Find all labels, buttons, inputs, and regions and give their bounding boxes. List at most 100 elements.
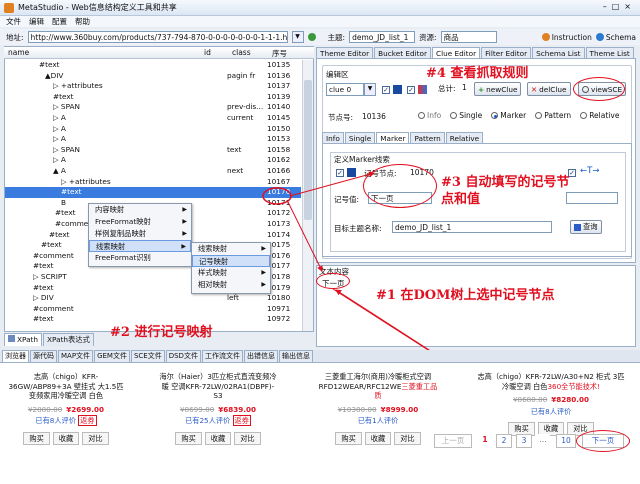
col-class[interactable]: class [232, 48, 251, 57]
tab-workflow-file[interactable]: 工作流文件 [201, 350, 243, 362]
menu-item-freeformat-identify[interactable]: FreeFormat识别 [89, 252, 191, 264]
menu-item-clue-map[interactable]: 线索映射 ▶ [89, 240, 191, 252]
tab-output-info[interactable]: 输出信息 [278, 350, 313, 362]
col-id[interactable]: id [204, 48, 211, 57]
clue-checkbox-2[interactable]: ✓ [407, 86, 415, 94]
review-count[interactable]: 已有8人评价 [531, 407, 572, 416]
submenu-item-clue-map[interactable]: 线索映射 ▶ [192, 243, 270, 255]
tree-row[interactable]: ▷ DIV left 10180 [5, 293, 301, 304]
tree-row[interactable]: ▷ +attributes 10167 [5, 177, 301, 188]
theme-field[interactable]: demo_JD_list_1 [349, 31, 416, 43]
compare-button[interactable]: 对比 [394, 431, 421, 445]
favorite-button[interactable]: 收藏 [364, 431, 392, 445]
resource-field[interactable]: 商品 [440, 31, 497, 43]
favorite-button[interactable]: 收藏 [52, 431, 80, 445]
prev-page-button[interactable]: 上一页 [434, 434, 472, 448]
radio-info[interactable]: Info [418, 111, 441, 120]
tree-row[interactable]: ▷ SPAN text 10158 [5, 145, 301, 156]
page-1[interactable]: 1 [478, 434, 492, 448]
review-count[interactable]: 已有1人评价 [358, 416, 399, 425]
tree-row[interactable]: #comment 10971 [5, 304, 301, 315]
tree-row[interactable]: #text 10139 [5, 92, 301, 103]
product-card[interactable]: 志高（chigo）KFR-36GW/ABP89+3A 壁挂式 大1.5匹变频家用… [6, 372, 126, 445]
tree-row[interactable]: ▲ A next 10166 [5, 166, 301, 177]
instruction-icon [541, 33, 550, 41]
instruction-button[interactable]: Instruction [541, 33, 592, 42]
tree-row[interactable]: #text 10170 [5, 187, 301, 198]
tab-browser[interactable]: 浏览器 [2, 350, 29, 362]
tab-source[interactable]: 源代码 [30, 350, 57, 362]
tree-row[interactable]: ▷ +attributes 10137 [5, 81, 301, 92]
url-dropdown[interactable]: ▼ [291, 31, 304, 43]
review-count[interactable]: 已有25人评价 [185, 416, 230, 425]
tab-map-file[interactable]: MAP文件 [58, 350, 94, 362]
product-card[interactable]: 三菱重工海尔(商用)冷暖柜式空调 RFD12WEAR/RFC12WE三菱重工品质… [318, 372, 438, 445]
tab-sce-file[interactable]: SCE文件 [130, 350, 165, 362]
compare-button[interactable]: 对比 [82, 431, 109, 445]
tree-scroll-thumb[interactable] [304, 80, 312, 220]
page-10[interactable]: 10 [556, 434, 576, 448]
color-icon[interactable] [418, 85, 427, 94]
compare-button[interactable]: 对比 [234, 431, 261, 445]
product-title[interactable]: 志高（chigo）KFR-72LW/A30+N2 柜式 3匹冷暖空调 白色360… [476, 372, 626, 391]
page-2[interactable]: 2 [496, 434, 512, 448]
product-title[interactable]: 志高（chigo）KFR-36GW/ABP89+3A 壁挂式 大1.5匹变频家用… [6, 372, 126, 401]
radio-dot [491, 112, 499, 119]
buy-button[interactable]: 购买 [23, 431, 50, 445]
schema-button[interactable]: Schema [595, 33, 636, 42]
review-count[interactable]: 已有8人评价 [35, 416, 76, 425]
target-theme-field[interactable]: demo_JD_list_1 [392, 221, 552, 233]
buy-button[interactable]: 购买 [335, 431, 362, 445]
clue-select[interactable]: clue 0 [326, 83, 364, 96]
query-button[interactable]: 查询 [570, 220, 602, 234]
tab-gem-file[interactable]: GEM文件 [94, 350, 130, 362]
menu-edit[interactable]: 编辑 [29, 16, 44, 27]
radio-relative[interactable]: Relative [580, 111, 619, 120]
clue-select-dropdown[interactable]: ▼ [364, 83, 376, 96]
product-title[interactable]: 三菱重工海尔(商用)冷暖柜式空调 RFD12WEAR/RFC12WE三菱重工品质 [318, 372, 438, 401]
tree-row[interactable]: ▷ SPAN prev-dis... 10140 [5, 102, 301, 113]
radio-pattern[interactable]: Pattern [535, 111, 571, 120]
product-title[interactable]: 海尔（Haier）3匹立柜式直流变频冷暖 空调KFR-72LW/02RA1(DB… [158, 372, 278, 401]
marker-extra-field[interactable] [566, 192, 618, 204]
tree-row[interactable]: ▷ A 10153 [5, 134, 301, 145]
col-name[interactable]: name [8, 48, 29, 57]
menu-item-label: 相对映射 [198, 280, 228, 289]
product-card[interactable]: 海尔（Haier）3匹立柜式直流变频冷暖 空调KFR-72LW/02RA1(DB… [158, 372, 278, 445]
marker-filter-icon[interactable] [347, 168, 356, 177]
tab-error-info[interactable]: 出错信息 [243, 350, 278, 362]
marker-checkbox[interactable]: ✓ [336, 169, 344, 177]
menu-help[interactable]: 帮助 [75, 16, 90, 27]
submenu-item-marker-map[interactable]: 记号映射 [192, 255, 270, 267]
tree-row[interactable]: ▷ A 10150 [5, 124, 301, 135]
menu-item-sample-copy-map[interactable]: 样例复制品映射 ▶ [89, 228, 191, 240]
filter-icon[interactable] [393, 85, 402, 94]
submenu-item-style-map[interactable]: 样式映射 ▶ [192, 267, 270, 279]
del-clue-button[interactable]: ✕ delClue [527, 82, 571, 96]
radio-marker[interactable]: Marker [491, 111, 526, 120]
col-seq[interactable]: 序号 [272, 48, 287, 59]
radio-single[interactable]: Single [450, 111, 482, 120]
menu-item-content-map[interactable]: 内容映射 ▶ [89, 204, 191, 216]
go-icon[interactable] [307, 33, 316, 41]
submenu-item-relative-map[interactable]: 相对映射 ▶ [192, 279, 270, 291]
window-controls[interactable]: –□× [603, 2, 636, 11]
menu-config[interactable]: 配置 [52, 16, 67, 27]
menu-file[interactable]: 文件 [6, 16, 21, 27]
clue-checkbox-1[interactable]: ✓ [382, 86, 390, 94]
new-clue-button[interactable]: + newClue [474, 82, 522, 96]
tab-xpath[interactable]: XPath [4, 333, 43, 346]
tree-row[interactable]: ▷ A 10162 [5, 155, 301, 166]
menu-item-freeformat-map[interactable]: FreeFormat映射 ▶ [89, 216, 191, 228]
tree-row[interactable]: #text 10135 [5, 60, 301, 71]
tree-row[interactable]: ▲DIV pagin fr 10136 [5, 71, 301, 82]
product-card[interactable]: 志高（chigo）KFR-72LW/A30+N2 柜式 3匹冷暖空调 白色360… [476, 372, 626, 436]
buy-button[interactable]: 购买 [175, 431, 202, 445]
url-input[interactable]: http://www.360buy.com/products/737-794-8… [27, 31, 288, 43]
tab-xpath-expression[interactable]: XPath表达式 [43, 333, 94, 346]
tree-row[interactable]: ▷ A current 10145 [5, 113, 301, 124]
tree-scrollbar[interactable] [302, 60, 313, 331]
tab-dsd-file[interactable]: DSD文件 [165, 350, 201, 362]
favorite-button[interactable]: 收藏 [204, 431, 232, 445]
page-3[interactable]: 3 [516, 434, 532, 448]
